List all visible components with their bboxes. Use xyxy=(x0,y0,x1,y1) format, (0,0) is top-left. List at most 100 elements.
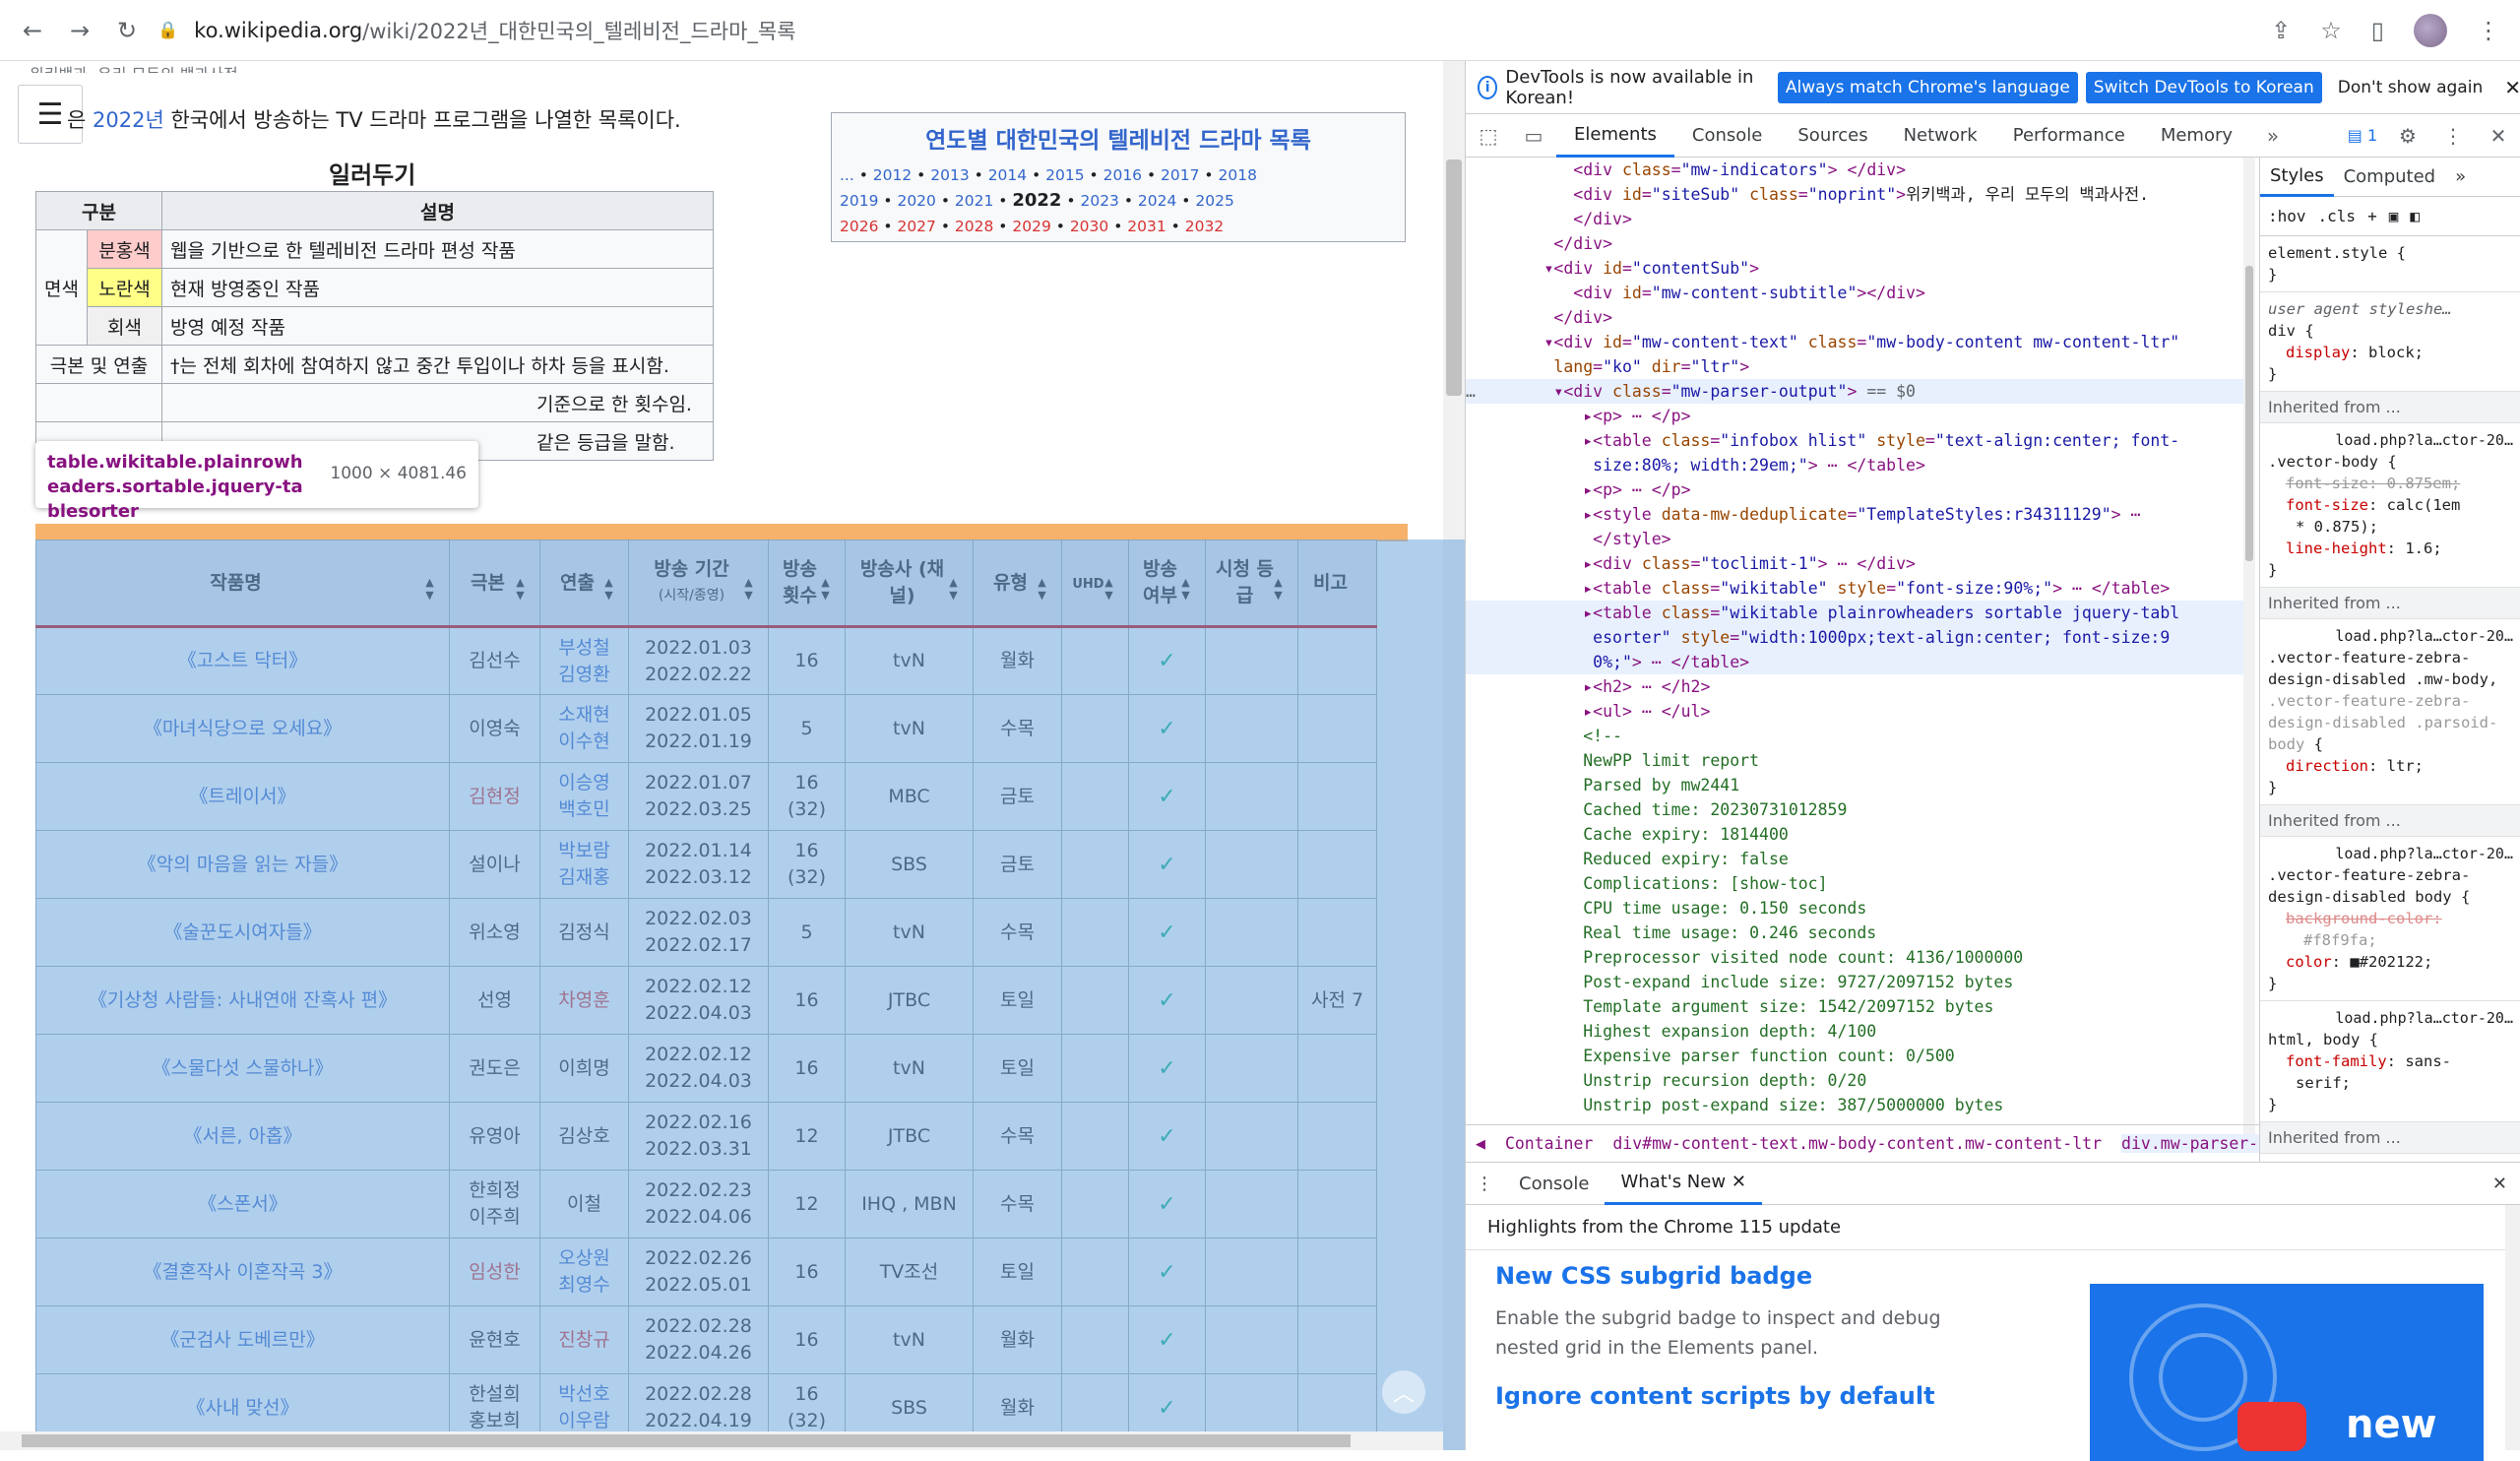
more-tabs-icon[interactable]: » xyxy=(2445,158,2476,197)
dom-node-line[interactable]: ▸<h2> ⋯ </h2> xyxy=(1466,674,2253,699)
drama-title-link[interactable]: 《술꾼도시여자들》 xyxy=(35,898,450,967)
dom-node-line[interactable]: size:80%; width:29em;"> ⋯ </table> xyxy=(1466,453,2253,477)
elements-scrollbar[interactable] xyxy=(2243,158,2255,1142)
navbox-year-link[interactable]: 2032 xyxy=(1185,218,1224,235)
column-header[interactable]: 방송 횟수 ▲▼ xyxy=(768,540,846,627)
sort-icon[interactable]: ▲▼ xyxy=(812,576,839,602)
dom-node-line[interactable]: ▸<style data-mw-deduplicate="TemplateSty… xyxy=(1466,502,2253,527)
drama-title-link[interactable]: 《트레이서》 xyxy=(35,762,450,831)
column-header[interactable]: 방송사 (채널) ▲▼ xyxy=(845,540,974,627)
reload-icon[interactable]: ↻ xyxy=(112,16,142,45)
navbox-year-link[interactable]: 2026 xyxy=(840,218,878,235)
close-icon[interactable]: ✕ xyxy=(2476,114,2520,158)
hov-toggle[interactable]: :hov xyxy=(2268,207,2306,225)
navbox-year-link[interactable]: 2028 xyxy=(955,218,993,235)
address-bar[interactable]: 🔒 ko.wikipedia.org/wiki/2022년_대한민국의_텔레비전… xyxy=(158,10,2254,51)
sort-icon[interactable]: ▲▼ xyxy=(507,576,534,602)
column-header[interactable]: 비고 xyxy=(1297,540,1377,627)
breadcrumb-item-active[interactable]: div.mw-parser-output xyxy=(2121,1134,2259,1153)
dom-node-line[interactable]: ▸<p> ⋯ </p> xyxy=(1466,477,2253,502)
year-link[interactable]: 2022년 xyxy=(93,108,164,132)
navbox-year-link[interactable]: 2013 xyxy=(930,166,969,184)
back-arrow-icon[interactable]: ← xyxy=(18,16,47,45)
navbox-year-link[interactable]: ... xyxy=(840,166,854,184)
drama-title-link[interactable]: 《군검사 도베르만》 xyxy=(35,1305,450,1374)
tab-network[interactable]: Network xyxy=(1886,114,1995,158)
profile-avatar[interactable] xyxy=(2414,14,2447,47)
dom-node-line[interactable]: <div id="mw-content-subtitle"></div> xyxy=(1466,281,2253,305)
dom-node-line[interactable]: esorter" style="width:1000px;text-align:… xyxy=(1466,625,2253,650)
sort-icon[interactable]: ▲▼ xyxy=(1265,576,1292,602)
drama-title-link[interactable]: 《악의 마음을 읽는 자들》 xyxy=(35,830,450,899)
dom-node-line[interactable]: 0%;"> ⋯ </table> xyxy=(1466,650,2253,674)
dom-node-line[interactable]: <div class="mw-indicators"> </div> xyxy=(1466,158,2253,182)
close-icon[interactable]: ✕ xyxy=(1732,1172,1746,1192)
dom-node-line[interactable]: ▾<div id="mw-content-text" class="mw-bod… xyxy=(1466,330,2253,354)
column-header[interactable]: 시청 등급 ▲▼ xyxy=(1205,540,1298,627)
sort-icon[interactable]: ▲▼ xyxy=(416,576,443,602)
dom-node-line[interactable]: <div id="siteSub" class="noprint">위키백과, … xyxy=(1466,182,2253,207)
navbox-year-link[interactable]: 2022 xyxy=(1012,190,1061,211)
dom-node-line[interactable]: ▸<ul> ⋯ </ul> xyxy=(1466,699,2253,724)
match-language-button[interactable]: Always match Chrome's language xyxy=(1777,71,2078,103)
column-header[interactable]: 방송 여부 ▲▼ xyxy=(1128,540,1206,627)
drama-title-link[interactable]: 《결혼작사 이혼작곡 3》 xyxy=(35,1238,450,1306)
drawer-tab-whats-new[interactable]: What's New ✕ xyxy=(1605,1162,1762,1205)
scroll-to-top-button[interactable]: ︿ xyxy=(1382,1370,1425,1414)
elements-tree[interactable]: <div class="mw-indicators"> </div> <div … xyxy=(1466,158,2253,1142)
sort-icon[interactable]: ▲▼ xyxy=(1172,576,1199,602)
navbox-year-link[interactable]: 2024 xyxy=(1138,192,1176,210)
dom-node-line[interactable]: ▸<table class="infobox hlist" style="tex… xyxy=(1466,428,2253,453)
column-header[interactable]: UHD ▲▼ xyxy=(1061,540,1129,627)
dom-node-line[interactable]: </div> xyxy=(1466,305,2253,330)
navbox-year-link[interactable]: 2031 xyxy=(1127,218,1166,235)
forward-arrow-icon[interactable]: → xyxy=(65,16,94,45)
sort-icon[interactable]: ▲▼ xyxy=(1096,576,1122,602)
sort-icon[interactable]: ▲▼ xyxy=(735,576,762,602)
drama-title-link[interactable]: 《스물다섯 스물하나》 xyxy=(35,1034,450,1103)
dom-node-line[interactable]: lang="ko" dir="ltr"> xyxy=(1466,354,2253,379)
tab-memory[interactable]: Memory xyxy=(2143,114,2250,158)
bookmark-star-icon[interactable]: ☆ xyxy=(2320,17,2342,44)
whats-new-scrollbar[interactable] xyxy=(2505,1205,2520,1450)
side-panel-icon[interactable]: ▯ xyxy=(2371,17,2384,44)
whats-new-video-thumbnail[interactable]: new xyxy=(2090,1284,2484,1461)
style-rule[interactable]: element.style {} xyxy=(2260,236,2520,292)
tab-sources[interactable]: Sources xyxy=(1780,114,1885,158)
more-tabs-icon[interactable]: » xyxy=(2250,114,2296,158)
column-header[interactable]: 극본 ▲▼ xyxy=(449,540,540,627)
sort-icon[interactable]: ▲▼ xyxy=(940,576,967,602)
navbox-year-link[interactable]: 2014 xyxy=(988,166,1027,184)
navbox-year-link[interactable]: 2023 xyxy=(1080,192,1118,210)
navbox-year-link[interactable]: 2018 xyxy=(1219,166,1257,184)
close-drawer-icon[interactable]: ✕ xyxy=(2479,1174,2520,1194)
navbox-year-link[interactable]: 2021 xyxy=(955,192,993,210)
cls-toggle[interactable]: .cls xyxy=(2318,207,2357,225)
navbox-year-link[interactable]: 2012 xyxy=(873,166,912,184)
tab-computed[interactable]: Computed xyxy=(2334,158,2446,197)
dom-node-line[interactable]: ▸<table class="wikitable" style="font-si… xyxy=(1466,576,2253,601)
style-rule[interactable]: load.php?la…ctor-20… .vector-body {font-s… xyxy=(2260,423,2520,588)
close-icon[interactable]: ✕ xyxy=(2504,76,2520,99)
dom-node-line[interactable]: </div> xyxy=(1466,207,2253,231)
column-header[interactable]: 유형 ▲▼ xyxy=(973,540,1062,627)
style-rule[interactable]: load.php?la…ctor-20… .vector-feature-zebr… xyxy=(2260,619,2520,805)
navbox-year-link[interactable]: 2020 xyxy=(897,192,935,210)
navbox-year-link[interactable]: 2016 xyxy=(1103,166,1142,184)
dont-show-again-button[interactable]: Don't show again xyxy=(2329,71,2491,103)
dom-node-line[interactable]: ▸<div class="toclimit-1"> ⋯ </div> xyxy=(1466,551,2253,576)
navbox-year-link[interactable]: 2017 xyxy=(1161,166,1199,184)
share-icon[interactable]: ⇪ xyxy=(2271,17,2291,44)
navbox-year-link[interactable]: 2030 xyxy=(1070,218,1108,235)
whats-new-heading-1[interactable]: New CSS subgrid badge xyxy=(1495,1262,1812,1290)
paint-icon[interactable]: ▣ xyxy=(2389,207,2399,225)
style-rule[interactable]: load.php?la…ctor-20… .vector-feature-zebr… xyxy=(2260,837,2520,1001)
breadcrumb-item[interactable]: div#mw-content-text.mw-body-content.mw-c… xyxy=(1612,1134,2102,1153)
dom-node-line[interactable]: ▾<div id="contentSub"> xyxy=(1466,256,2253,281)
navbox-title[interactable]: 연도별 대한민국의 텔레비전 드라마 목록 xyxy=(840,121,1397,155)
tab-styles[interactable]: Styles xyxy=(2260,158,2334,197)
navbox-year-link[interactable]: 2015 xyxy=(1045,166,1084,184)
menu-kebab-icon[interactable]: ⋮ xyxy=(2430,114,2476,158)
drama-title-link[interactable]: 《기상청 사람들: 사내연애 잔혹사 편》 xyxy=(35,966,450,1035)
navbox-year-link[interactable]: 2025 xyxy=(1195,192,1233,210)
